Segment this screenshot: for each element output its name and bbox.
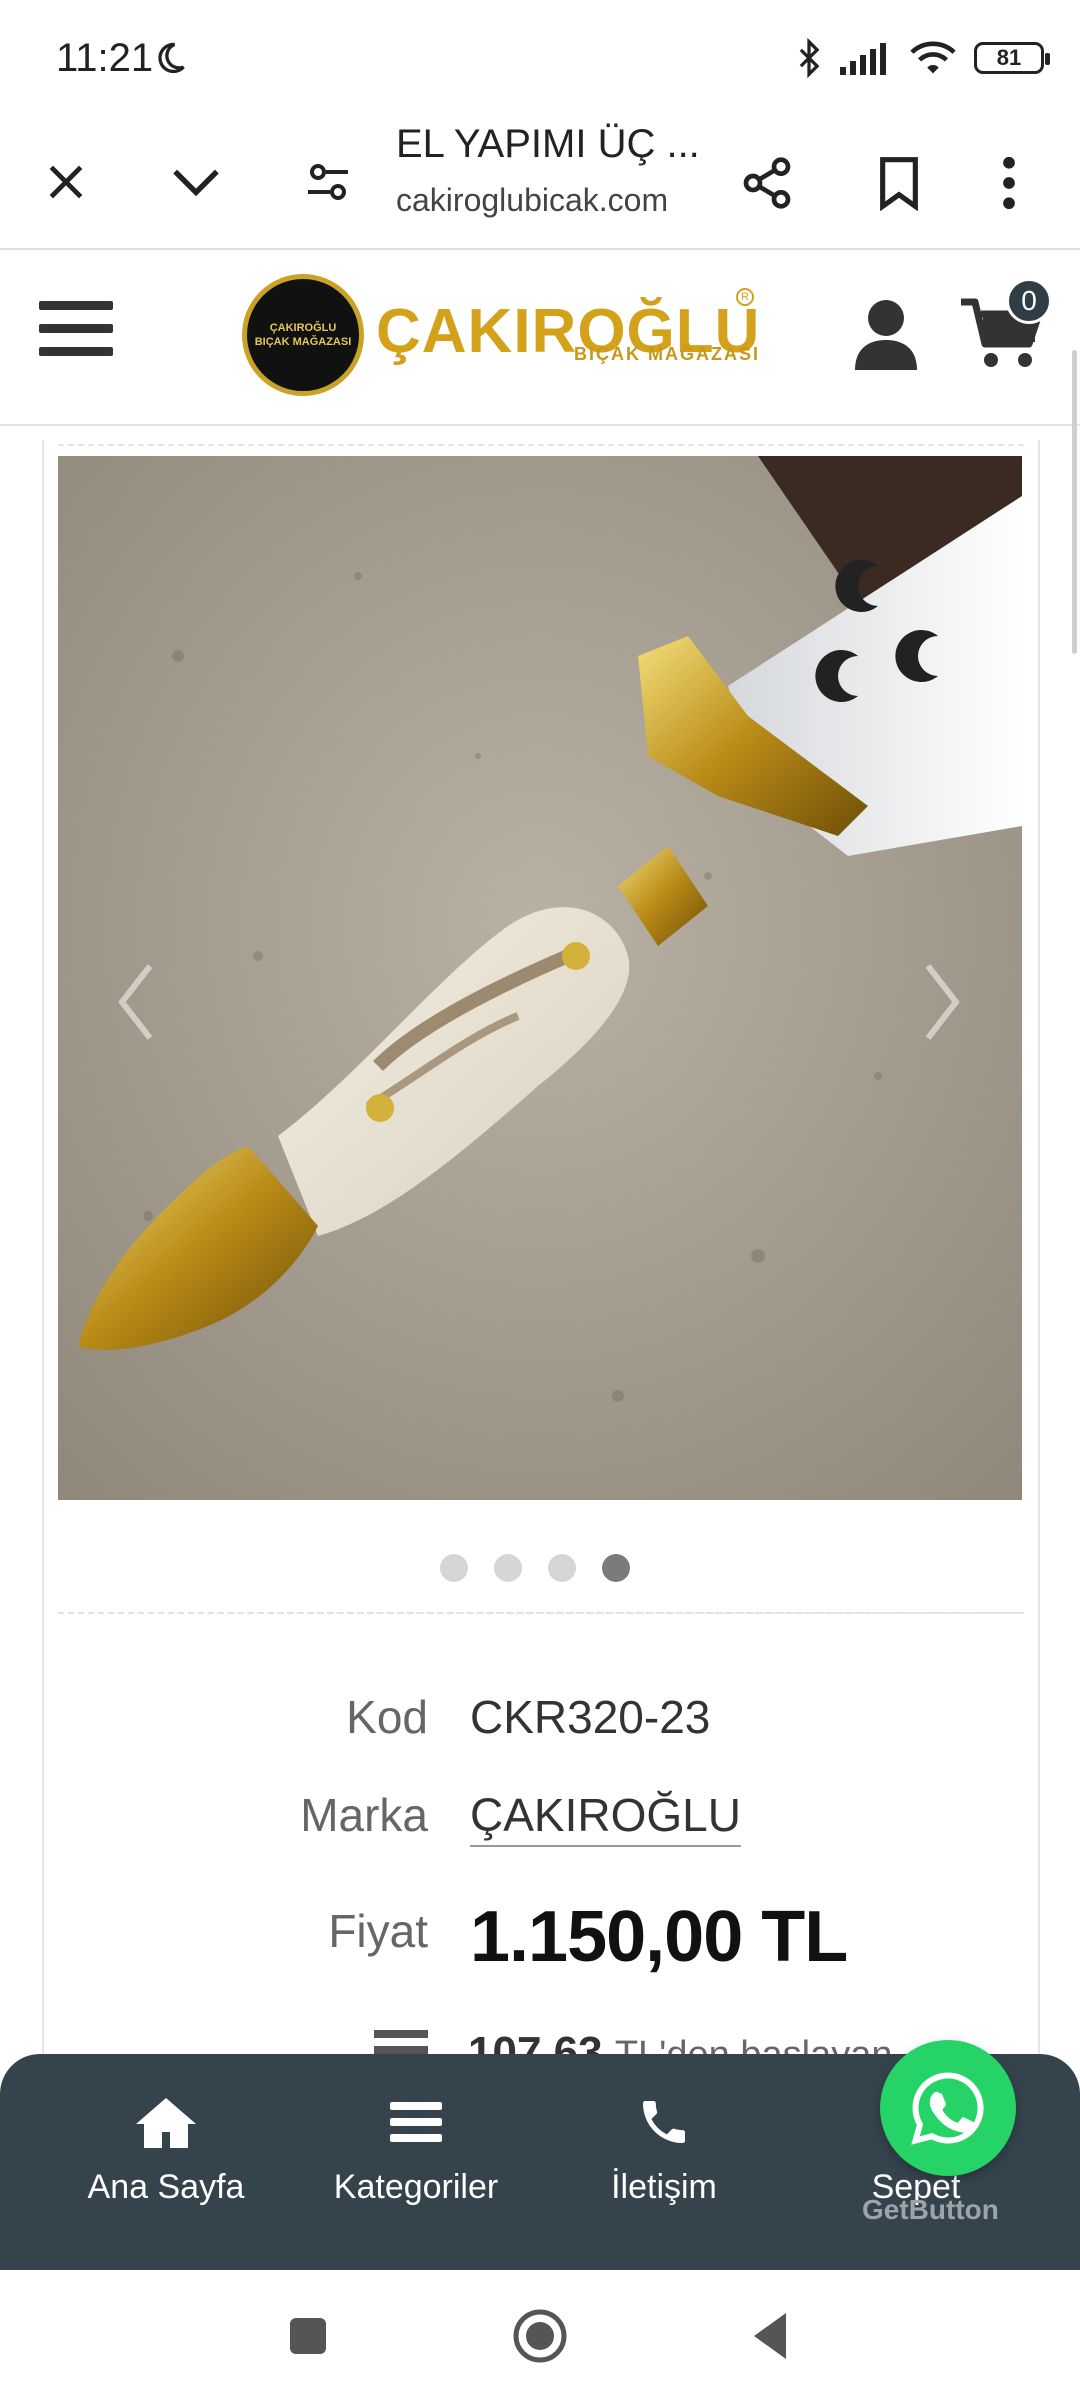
- nav-categories[interactable]: Kategoriler: [306, 2094, 526, 2207]
- site-header: ÇAKIROĞLU BIÇAK MAĞAZASI ÇAKIROĞLU BIÇAK…: [0, 250, 1080, 426]
- phone-icon: [643, 2101, 685, 2143]
- nav-home-label: Ana Sayfa: [87, 2168, 245, 2206]
- nav-categories-label: Kategoriler: [333, 2168, 499, 2206]
- price-value: 1.150,00 TL: [470, 1897, 848, 1977]
- gallery-dot[interactable]: [440, 1554, 468, 1582]
- divider: [58, 1612, 1020, 1614]
- chevron-down-icon: [173, 169, 219, 197]
- status-time: 11:21: [56, 36, 154, 80]
- home-icon: [136, 2098, 196, 2148]
- browser-toolbar: EL YAPIMI ÜÇ ... cakiroglubicak.com: [0, 110, 1080, 250]
- price-label: Fiyat: [328, 1905, 428, 1957]
- gallery-dot[interactable]: [494, 1554, 522, 1582]
- account-button[interactable]: [846, 294, 926, 374]
- recent-apps-button[interactable]: [268, 2304, 348, 2368]
- nav-contact[interactable]: İletişim: [554, 2094, 774, 2207]
- nav-home[interactable]: Ana Sayfa: [56, 2094, 276, 2207]
- hamburger-menu-button[interactable]: [36, 294, 116, 364]
- wifi-icon: [910, 41, 956, 74]
- brand-value-wrapper: ÇAKIROĞLU: [470, 1788, 741, 1847]
- getbutton-branding[interactable]: GetButton: [862, 2194, 999, 2226]
- nav-contact-label: İletişim: [611, 2168, 717, 2206]
- back-nav-button[interactable]: [730, 2300, 810, 2372]
- whatsapp-icon: [911, 2072, 984, 2145]
- share-button[interactable]: [732, 148, 802, 218]
- whatsapp-button[interactable]: [880, 2040, 1016, 2176]
- logo-badge-line1: ÇAKIROĞLU: [269, 322, 337, 334]
- site-settings-button[interactable]: [296, 150, 360, 214]
- close-icon: [49, 165, 83, 199]
- product-image[interactable]: [58, 456, 1022, 1500]
- registered-mark-icon: R: [736, 288, 754, 306]
- more-options-button[interactable]: [984, 148, 1034, 218]
- home-nav-button[interactable]: [496, 2296, 584, 2376]
- menu-icon: [390, 2102, 442, 2142]
- brand-label: Marka: [300, 1789, 428, 1841]
- bluetooth-icon: [799, 38, 820, 78]
- signal-icon: [840, 43, 886, 75]
- cart-count-badge: 0: [1006, 278, 1052, 324]
- page-title[interactable]: EL YAPIMI ÜÇ ...: [396, 122, 700, 167]
- tune-icon: [308, 164, 348, 200]
- system-navigation-bar: [0, 2270, 1080, 2400]
- gallery-dots: [440, 1554, 630, 1582]
- share-icon: [743, 157, 791, 209]
- back-triangle-icon: [754, 2313, 786, 2359]
- page-url[interactable]: cakiroglubicak.com: [396, 182, 668, 219]
- gallery-dot-active[interactable]: [602, 1554, 630, 1582]
- bookmark-icon: [880, 157, 918, 211]
- battery-indicator: 81: [974, 42, 1050, 74]
- menu-icon: [39, 301, 113, 356]
- moon-icon: [158, 42, 185, 74]
- user-icon: [855, 300, 917, 370]
- code-value: CKR320-23: [470, 1691, 711, 1743]
- expand-button[interactable]: [164, 150, 228, 214]
- bookmark-button[interactable]: [864, 148, 934, 218]
- logo-badge-line2: BIÇAK MAĞAZASI: [254, 336, 352, 348]
- close-tab-button[interactable]: [34, 150, 98, 214]
- gallery-next-button[interactable]: [898, 940, 978, 1040]
- gallery-dot[interactable]: [548, 1554, 576, 1582]
- more-vertical-icon: [1003, 156, 1015, 210]
- knife-photo: [58, 456, 1022, 1500]
- status-bar: 11:21 81: [0, 0, 1080, 120]
- gallery-prev-button[interactable]: [100, 940, 180, 1040]
- scrollbar[interactable]: [1072, 350, 1077, 654]
- logo-badge[interactable]: ÇAKIROĞLU BIÇAK MAĞAZASI: [242, 274, 364, 396]
- logo-subtitle: BIÇAK MAĞAZASI: [574, 344, 760, 364]
- installment-icon: [374, 2030, 428, 2038]
- brand-link[interactable]: ÇAKIROĞLU: [470, 1789, 741, 1847]
- code-label: Kod: [346, 1691, 428, 1743]
- circle-home-icon: [513, 2309, 567, 2363]
- square-icon: [290, 2318, 326, 2354]
